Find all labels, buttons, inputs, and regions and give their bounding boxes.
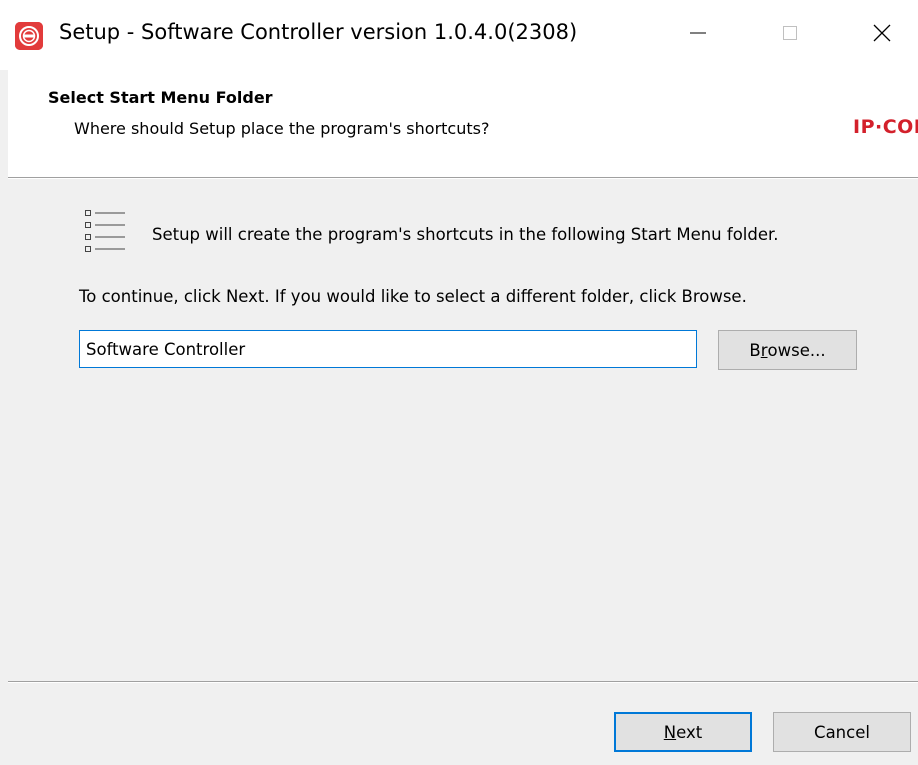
start-menu-folder-input[interactable] (79, 330, 697, 368)
red-circle-app-icon (15, 22, 43, 50)
close-button[interactable] (852, 10, 912, 60)
brand-logo: IP·COM (853, 116, 918, 138)
maximize-button[interactable] (760, 10, 820, 60)
minimize-icon (688, 23, 708, 47)
list-icon (80, 208, 126, 258)
info-text: Setup will create the program's shortcut… (152, 225, 779, 244)
window-title: Setup - Software Controller version 1.0.… (59, 20, 578, 44)
setup-window: Setup - Software Controller version 1.0.… (0, 0, 918, 765)
next-label-key: N (663, 722, 677, 742)
browse-label-post: owse... (767, 340, 826, 360)
cancel-button[interactable]: Cancel (773, 712, 911, 752)
next-button[interactable]: Next (614, 712, 752, 752)
next-label-post: ext (676, 722, 703, 742)
page-title: Select Start Menu Folder (48, 88, 273, 107)
minimize-button[interactable] (668, 10, 728, 60)
page-subtitle: Where should Setup place the program's s… (74, 119, 490, 138)
header-divider (8, 177, 918, 179)
browse-label-key: r (760, 340, 768, 360)
maximize-icon (780, 23, 800, 47)
close-icon (872, 23, 892, 47)
browse-button[interactable]: Br owse... (718, 330, 857, 370)
footer-divider (8, 681, 918, 683)
browse-label-pre: B (749, 340, 761, 360)
instruction-text: To continue, click Next. If you would li… (79, 287, 747, 306)
title-bar[interactable]: Setup - Software Controller version 1.0.… (0, 0, 918, 70)
wizard-header: Select Start Menu Folder Where should Se… (8, 70, 918, 177)
